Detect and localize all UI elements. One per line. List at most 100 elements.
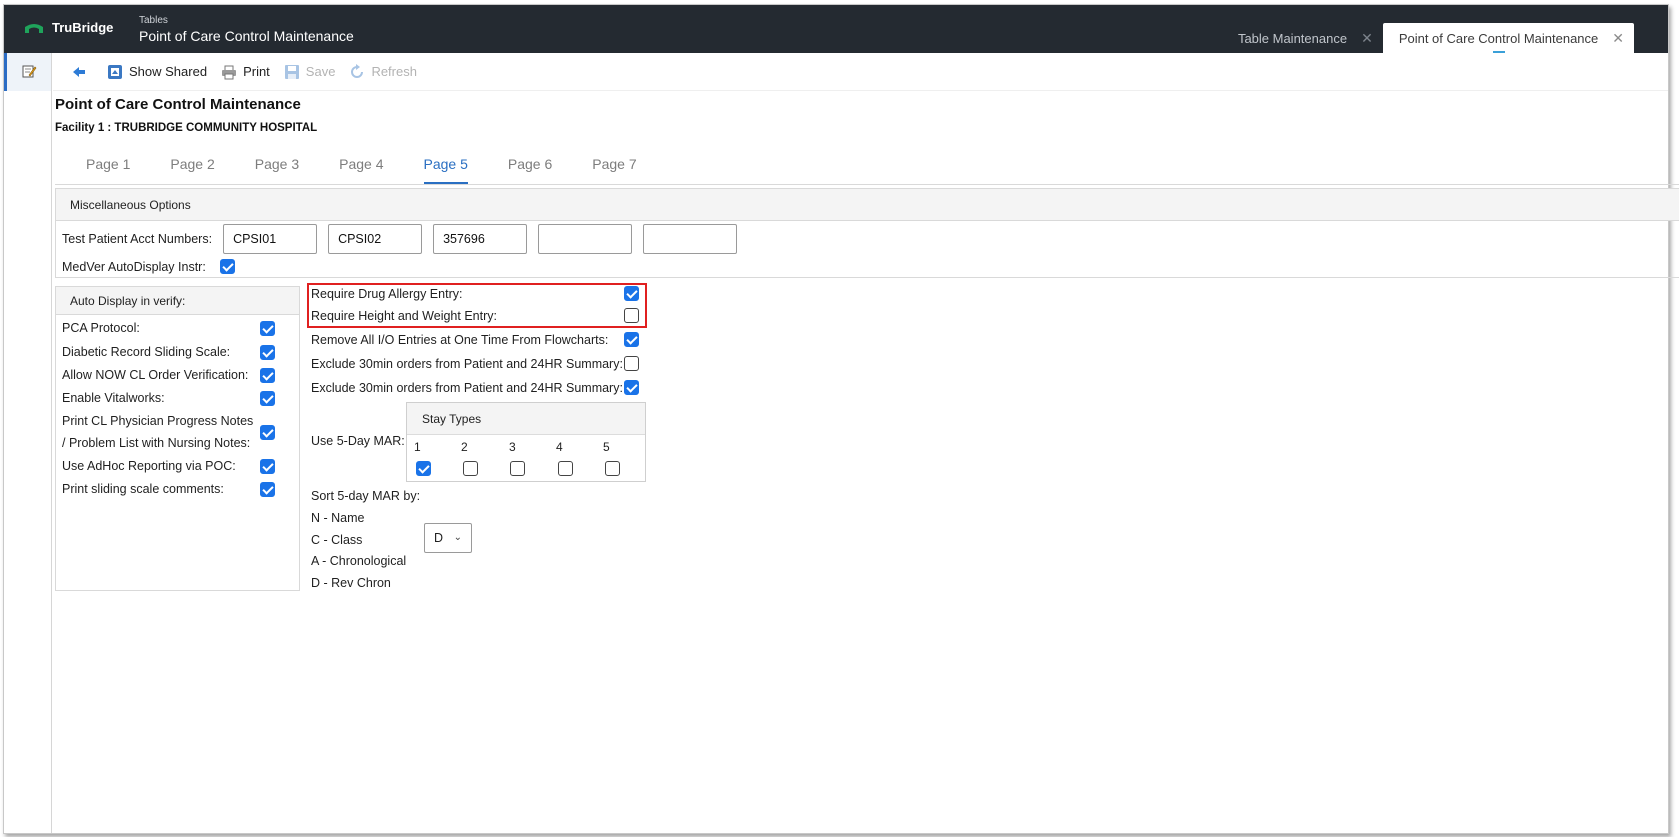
auto-display-row: Use AdHoc Reporting via POC: bbox=[62, 455, 275, 477]
exclude-30min-orders-checkbox-1[interactable] bbox=[624, 356, 639, 371]
diabetic-sliding-scale-checkbox[interactable] bbox=[260, 345, 275, 360]
option-label: Require Drug Allergy Entry: bbox=[311, 287, 463, 301]
close-icon[interactable]: ✕ bbox=[1612, 30, 1624, 47]
tab-page-2[interactable]: Page 2 bbox=[170, 156, 214, 182]
pca-protocol-checkbox[interactable] bbox=[260, 321, 275, 336]
acct-number-input-3[interactable] bbox=[433, 224, 528, 254]
printer-icon bbox=[221, 64, 237, 80]
acct-number-input-2[interactable] bbox=[328, 224, 423, 254]
option-label: Enable Vitalworks: bbox=[62, 391, 165, 405]
option-label: Remove All I/O Entries at One Time From … bbox=[311, 333, 609, 347]
save-button[interactable]: Save bbox=[284, 64, 335, 80]
panel-heading: Auto Display in verify: bbox=[56, 287, 299, 315]
tab-page-4[interactable]: Page 4 bbox=[339, 156, 383, 182]
edit-table-nav-item[interactable] bbox=[4, 53, 51, 91]
enable-vitalworks-checkbox[interactable] bbox=[260, 391, 275, 406]
tab-page-6[interactable]: Page 6 bbox=[508, 156, 552, 182]
sort-option: D - Rev Chron bbox=[311, 576, 391, 591]
tabs-divider bbox=[55, 184, 1679, 185]
stay-type-number: 5 bbox=[603, 440, 610, 454]
tab-page-7[interactable]: Page 7 bbox=[592, 156, 636, 182]
refresh-button[interactable]: Refresh bbox=[349, 63, 417, 80]
option-label-line1: Print CL Physician Progress Notes bbox=[62, 414, 254, 428]
back-button[interactable] bbox=[71, 64, 87, 80]
refresh-icon bbox=[349, 63, 365, 80]
require-drug-allergy-checkbox[interactable] bbox=[624, 286, 639, 301]
exclude-30min-orders-checkbox-2[interactable] bbox=[624, 380, 639, 395]
stay-type-2-checkbox[interactable] bbox=[463, 461, 478, 476]
selected-value: D bbox=[434, 531, 444, 545]
stay-type-5-checkbox[interactable] bbox=[605, 461, 620, 476]
left-rail bbox=[4, 53, 52, 833]
shared-icon bbox=[107, 64, 123, 80]
auto-display-row: Enable Vitalworks: bbox=[62, 387, 275, 409]
auto-display-panel: Auto Display in verify: PCA Protocol: Di… bbox=[55, 286, 300, 591]
show-shared-label: Show Shared bbox=[129, 64, 208, 79]
test-patient-acct-row: Test Patient Acct Numbers: bbox=[62, 224, 748, 254]
print-label: Print bbox=[243, 64, 270, 79]
option-label: Diabetic Record Sliding Scale: bbox=[62, 345, 231, 359]
print-button[interactable]: Print bbox=[221, 64, 270, 80]
sliding-scale-comments-checkbox[interactable] bbox=[260, 482, 275, 497]
auto-display-row: Print CL Physician Progress Notes / Prob… bbox=[62, 410, 275, 454]
field-label: Test Patient Acct Numbers: bbox=[62, 232, 213, 246]
stay-type-1-checkbox[interactable] bbox=[416, 461, 431, 476]
document-tabs: Table Maintenance ✕ Point of Care Contro… bbox=[1222, 5, 1634, 53]
tab-page-3[interactable]: Page 3 bbox=[255, 156, 299, 182]
option-label: Print sliding scale comments: bbox=[62, 482, 224, 496]
breadcrumb: Tables Point of Care Control Maintenance bbox=[139, 15, 354, 45]
sort-heading: Sort 5-day MAR by: bbox=[311, 489, 421, 503]
option-label: Exclude 30min orders from Patient and 24… bbox=[311, 381, 623, 395]
miscellaneous-options-panel: Miscellaneous Options Test Patient Acct … bbox=[55, 188, 1679, 278]
acct-number-input-5[interactable] bbox=[643, 224, 738, 254]
option-row: Require Drug Allergy Entry: bbox=[311, 283, 644, 305]
option-row: Remove All I/O Entries at One Time From … bbox=[311, 329, 644, 351]
sort-mar-select[interactable]: D ⌄ bbox=[424, 523, 472, 553]
brand-name: TruBridge bbox=[52, 20, 114, 35]
option-row: Require Height and Weight Entry: bbox=[311, 305, 644, 327]
option-label: PCA Protocol: bbox=[62, 321, 140, 335]
auto-display-row: PCA Protocol: bbox=[62, 317, 275, 339]
option-label: Exclude 30min orders from Patient and 24… bbox=[311, 357, 623, 371]
require-height-weight-checkbox[interactable] bbox=[624, 308, 639, 323]
stay-type-number: 2 bbox=[461, 440, 468, 454]
tab-table-maintenance[interactable]: Table Maintenance ✕ bbox=[1222, 23, 1383, 53]
sort-option: N - Name bbox=[311, 510, 365, 525]
auto-display-row: Print sliding scale comments: bbox=[62, 478, 275, 500]
adhoc-reporting-checkbox[interactable] bbox=[260, 459, 275, 474]
allow-now-cl-order-checkbox[interactable] bbox=[260, 368, 275, 383]
auto-display-row: Diabetic Record Sliding Scale: bbox=[62, 341, 275, 363]
stay-type-4-checkbox[interactable] bbox=[558, 461, 573, 476]
acct-number-input-4[interactable] bbox=[538, 224, 633, 254]
back-arrow-icon bbox=[71, 64, 87, 80]
show-shared-button[interactable]: Show Shared bbox=[107, 64, 207, 80]
tab-page-5[interactable]: Page 5 bbox=[423, 156, 469, 184]
stay-types-heading: Stay Types bbox=[407, 403, 645, 435]
sort-option: C - Class bbox=[311, 532, 363, 547]
medver-row: MedVer AutoDisplay Instr: bbox=[62, 259, 235, 274]
breadcrumb-parent: Tables bbox=[139, 15, 168, 26]
stay-type-3-checkbox[interactable] bbox=[510, 461, 525, 476]
option-row: Exclude 30min orders from Patient and 24… bbox=[311, 353, 644, 375]
tab-label: Point of Care Control Maintenance bbox=[1398, 30, 1599, 46]
page-title: Point of Care Control Maintenance bbox=[55, 96, 301, 113]
edit-note-icon bbox=[21, 63, 37, 82]
stay-type-number: 4 bbox=[556, 440, 563, 454]
option-label: Use AdHoc Reporting via POC: bbox=[62, 459, 236, 473]
top-bar: TruBridge Tables Point of Care Control M… bbox=[4, 5, 1668, 53]
panel-heading: Miscellaneous Options bbox=[56, 189, 1679, 221]
medver-autodisplay-checkbox[interactable] bbox=[219, 259, 235, 274]
tab-point-of-care-control-maintenance[interactable]: Point of Care Control Maintenance ✕ bbox=[1382, 23, 1634, 53]
toolbar: Show Shared Print Save Refresh bbox=[53, 53, 1668, 91]
option-label-line2: / Problem List with Nursing Notes: bbox=[62, 436, 251, 450]
brand: TruBridge bbox=[24, 20, 113, 35]
auto-display-row: Allow NOW CL Order Verification: bbox=[62, 364, 275, 386]
option-label: Allow NOW CL Order Verification: bbox=[62, 368, 249, 382]
page-tabs: Page 1 Page 2 Page 3 Page 4 Page 5 Page … bbox=[86, 156, 677, 184]
remove-io-entries-checkbox[interactable] bbox=[624, 332, 639, 347]
tab-page-1[interactable]: Page 1 bbox=[86, 156, 130, 182]
print-progress-notes-checkbox[interactable] bbox=[260, 425, 275, 440]
option-label: Require Height and Weight Entry: bbox=[311, 309, 497, 323]
close-icon[interactable]: ✕ bbox=[1361, 30, 1373, 47]
acct-number-input-1[interactable] bbox=[223, 224, 318, 254]
